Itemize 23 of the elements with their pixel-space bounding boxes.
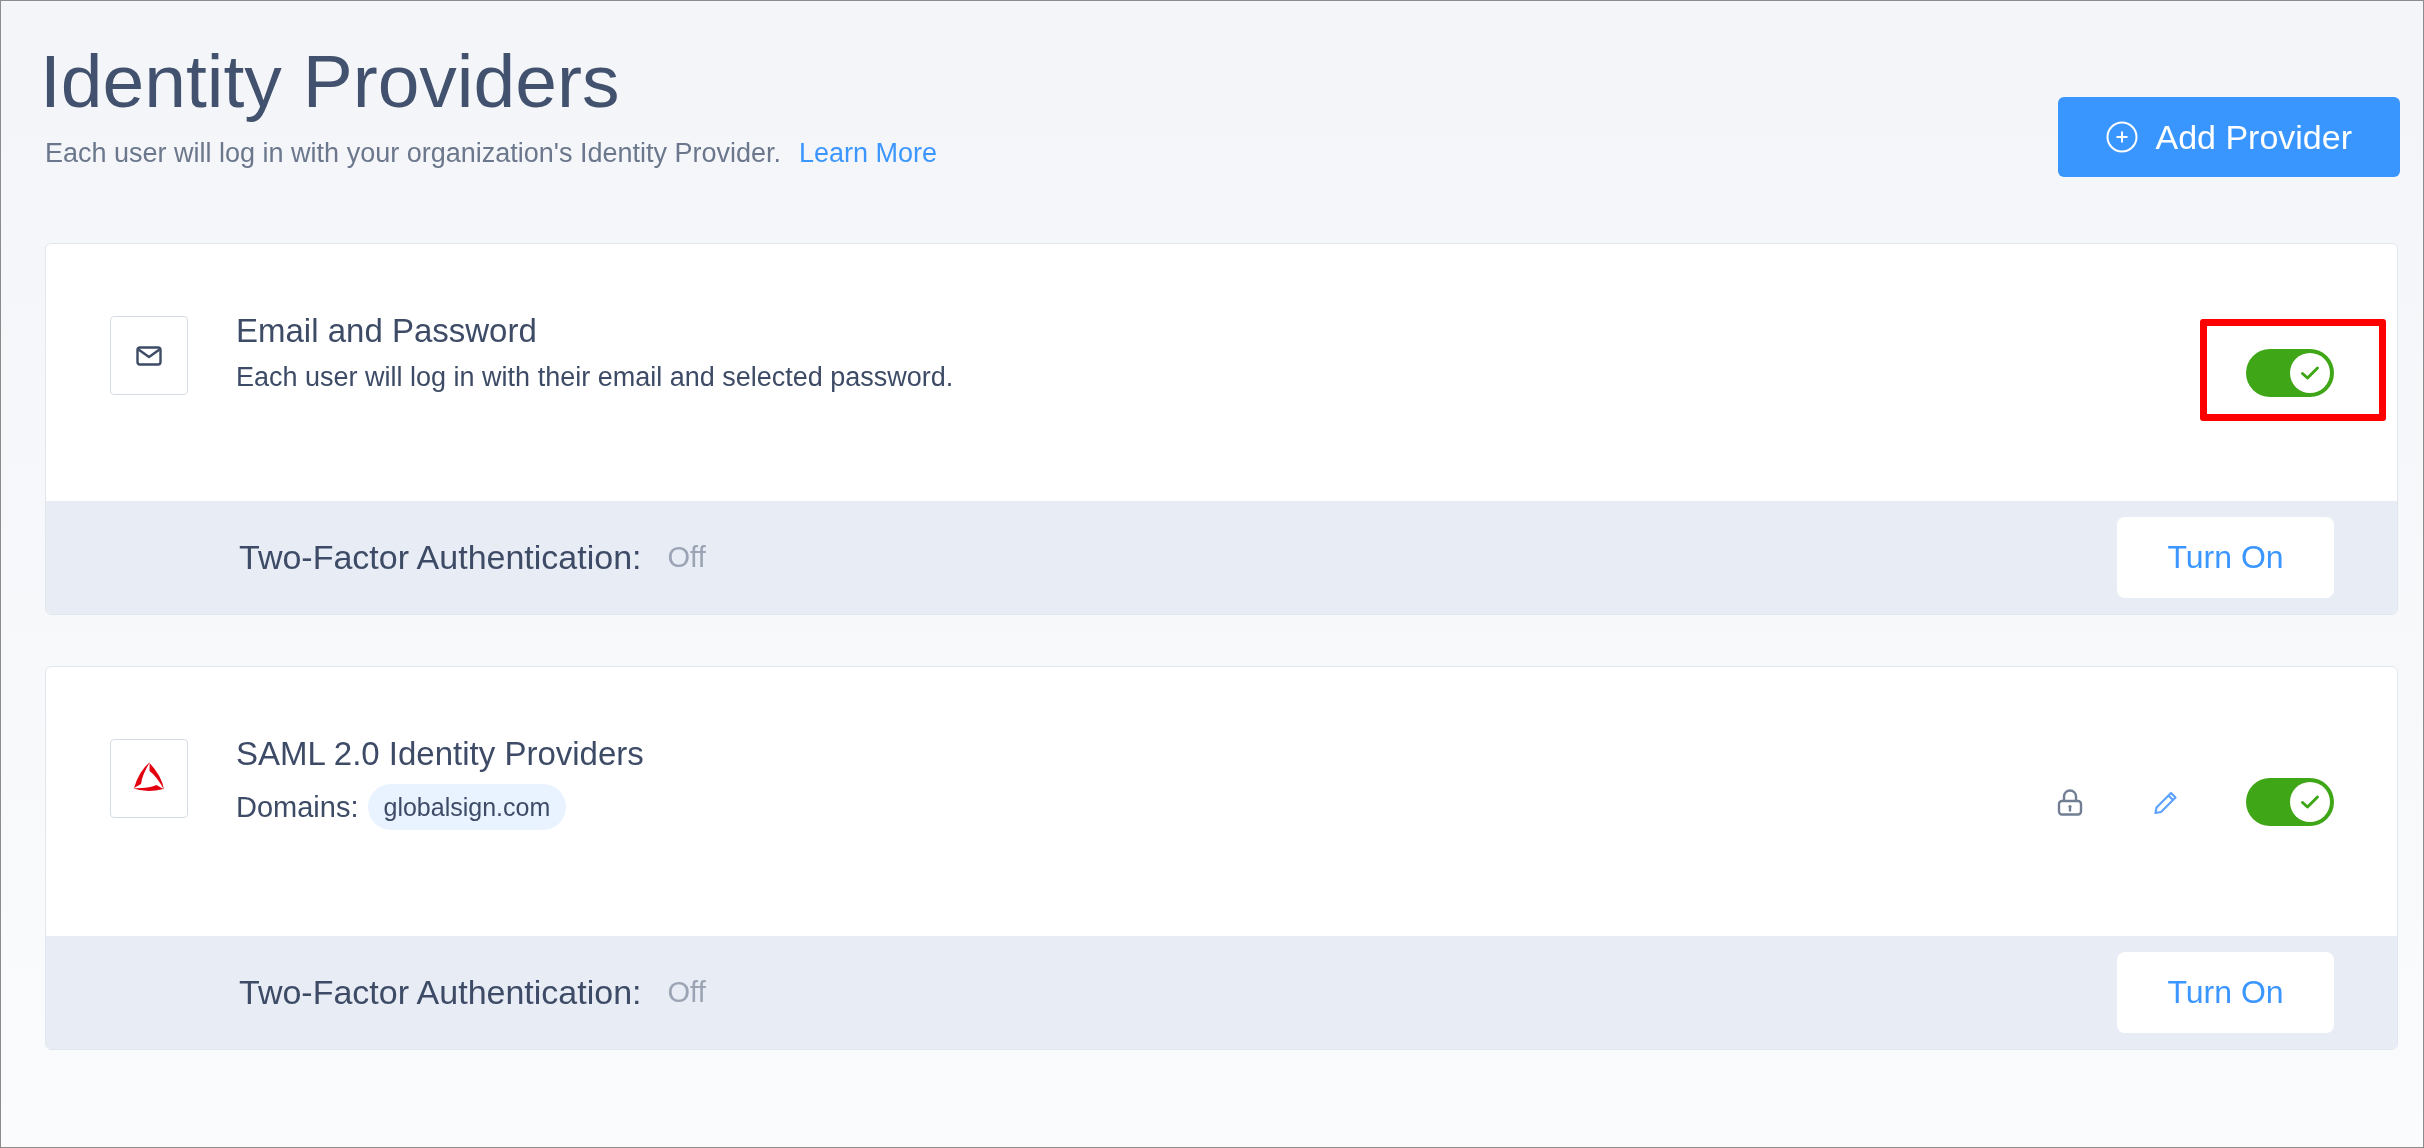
page-subtitle: Each user will log in with your organization's Identity Provider. xyxy=(45,137,781,170)
plus-circle-icon xyxy=(2106,121,2139,153)
turn-on-button[interactable]: Turn On xyxy=(2117,517,2334,598)
check-icon xyxy=(2300,364,2320,381)
check-icon xyxy=(2300,793,2320,810)
learn-more-link[interactable]: Learn More xyxy=(799,135,938,171)
domains-label: Domains: xyxy=(236,790,359,824)
add-provider-button[interactable]: Add Provider xyxy=(2058,97,2400,177)
provider-name: Email and Password xyxy=(236,311,538,351)
lock-icon[interactable] xyxy=(2057,787,2083,816)
swirl-logo-icon xyxy=(110,739,188,818)
two-factor-label: Two-Factor Authentication: xyxy=(239,973,642,1012)
turn-on-button[interactable]: Turn On xyxy=(2117,952,2334,1033)
two-factor-status: Off xyxy=(667,976,706,1009)
toggle-switch[interactable] xyxy=(2246,777,2334,826)
page-title: Identity Providers xyxy=(40,38,621,125)
provider-name: SAML 2.0 Identity Providers xyxy=(236,734,644,774)
two-factor-label: Two-Factor Authentication: xyxy=(239,538,642,577)
toggle-switch[interactable] xyxy=(2246,348,2334,397)
provider-description: Each user will log in with their email and selected password. xyxy=(236,361,954,394)
domain-tag: globalsign.com xyxy=(367,784,567,830)
two-factor-status: Off xyxy=(667,541,706,574)
envelope-icon xyxy=(110,316,188,395)
